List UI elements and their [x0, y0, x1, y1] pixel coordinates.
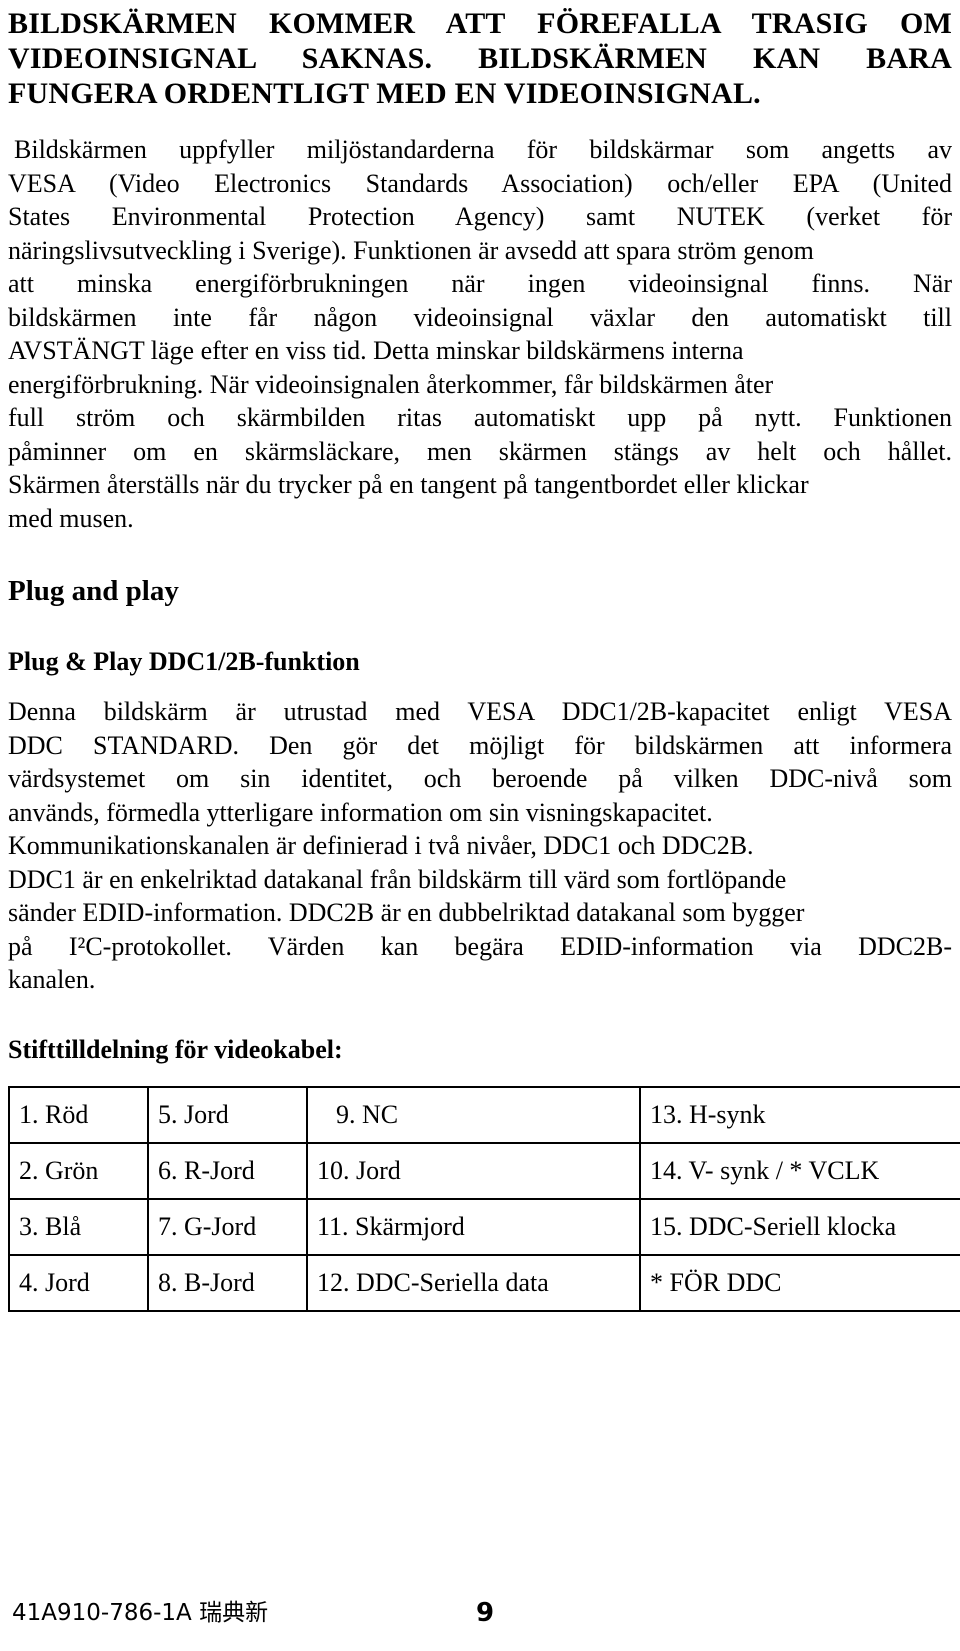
table-row: 2. Grön 6. R-Jord 10. Jord 14. V- synk /…: [8, 1141, 960, 1200]
paragraph-line: States Environmental Protection Agency) …: [8, 202, 952, 231]
paragraph-line: sänder EDID-information. DDC2B är en dub…: [8, 898, 805, 927]
caps-heading-line: FUNGERA ORDENTLIGT MED EN VIDEOINSIGNAL.: [8, 77, 761, 110]
paragraph-line: Bildskärmen uppfyller miljöstandarderna …: [14, 135, 952, 164]
table-row: 3. Blå 7. G-Jord 11. Skärmjord 15. DDC-S…: [8, 1197, 960, 1256]
table-cell-pin: 4. Jord: [8, 1253, 149, 1312]
paragraph-line: näringslivsutveckling i Sverige). Funkti…: [8, 235, 814, 265]
paragraph-line: bildskärmen inte får någon videoinsignal…: [8, 302, 952, 332]
pin-assignment-table: 1. Röd 5. Jord 9. NC 13. H-synk 2. Grön …: [8, 1085, 960, 1312]
table-cell-pin: 12. DDC-Seriella data: [306, 1253, 641, 1312]
intro-paragraph: Bildskärmen uppfyller miljöstandarderna …: [8, 133, 952, 535]
caps-heading-line: VIDEOINSIGNAL SAKNAS. BILDSKÄRMEN KAN BA…: [8, 42, 952, 75]
table-cell-pin: 15. DDC-Seriell klocka: [639, 1197, 960, 1256]
table-row: 1. Röd 5. Jord 9. NC 13. H-synk: [8, 1085, 960, 1144]
paragraph-line: på I²C-protokollet. Värden kan begära ED…: [8, 931, 952, 961]
paragraph-line: värdsystemet om sin identitet, och beroe…: [8, 764, 952, 793]
paragraph-line: DDC1 är en enkelriktad datakanal från bi…: [8, 864, 787, 894]
caps-heading-line: BILDSKÄRMEN KOMMER ATT FÖREFALLA TRASIG …: [8, 7, 952, 40]
pin-assignment-table-wrap: 1. Röd 5. Jord 9. NC 13. H-synk 2. Grön …: [8, 1085, 960, 1312]
page-footer: 41A910-786-1A 瑞典新 9: [8, 1596, 952, 1630]
table-cell-pin: 14. V- synk / * VCLK: [639, 1141, 960, 1200]
table-cell-pin: 13. H-synk: [639, 1085, 960, 1144]
ddc-paragraph: Denna bildskärm är utrustad med VESA DDC…: [8, 695, 952, 997]
table-cell-pin: 6. R-Jord: [147, 1141, 308, 1200]
table-cell-pin: 10. Jord: [306, 1141, 641, 1200]
table-cell-pin: 1. Röd: [8, 1085, 149, 1144]
table-cell-pin: 7. G-Jord: [147, 1197, 308, 1256]
paragraph-line: används, förmedla ytterligare informatio…: [8, 797, 713, 827]
table-cell-pin: 9. NC: [306, 1085, 641, 1144]
paragraph-line: med musen.: [8, 503, 134, 533]
table-row: 4. Jord 8. B-Jord 12. DDC-Seriella data …: [8, 1253, 960, 1312]
paragraph-line: VESA (Video Electronics Standards Associ…: [8, 168, 952, 198]
table-cell-pin: * FÖR DDC: [639, 1253, 960, 1312]
paragraph-line: energiförbrukning. När videoinsignalen å…: [8, 369, 774, 399]
paragraph-line: att minska energiförbrukningen när ingen…: [8, 269, 952, 298]
paragraph-line: DDC STANDARD. Den gör det möjligt för bi…: [8, 730, 952, 760]
table-cell-pin: 5. Jord: [147, 1085, 308, 1144]
ddc-function-heading: Plug & Play DDC1/2B-funktion: [8, 647, 360, 676]
plug-and-play-heading: Plug and play: [8, 575, 179, 607]
table-cell-pin: 3. Blå: [8, 1197, 149, 1256]
paragraph-line: Kommunikationskanalen är definierad i tv…: [8, 831, 754, 860]
paragraph-line: Denna bildskärm är utrustad med VESA DDC…: [8, 697, 952, 726]
paragraph-line: kanalen.: [8, 965, 96, 994]
pin-assignment-heading: Stifttilldelning för videokabel:: [8, 1034, 343, 1064]
caps-warning-heading: BILDSKÄRMEN KOMMER ATT FÖREFALLA TRASIG …: [8, 0, 952, 111]
table-cell-pin: 8. B-Jord: [147, 1253, 308, 1312]
footer-page-number: 9: [475, 1598, 495, 1628]
table-cell-pin: 11. Skärmjord: [306, 1197, 641, 1256]
paragraph-line: AVSTÄNGT läge efter en viss tid. Detta m…: [8, 336, 744, 365]
document-page: BILDSKÄRMEN KOMMER ATT FÖREFALLA TRASIG …: [0, 0, 960, 1651]
paragraph-line: påminner om en skärmsläckare, men skärme…: [8, 436, 952, 466]
table-cell-pin: 2. Grön: [8, 1141, 149, 1200]
paragraph-line: full ström och skärmbilden ritas automat…: [8, 403, 952, 432]
paragraph-line: Skärmen återställs när du trycker på en …: [8, 470, 809, 499]
